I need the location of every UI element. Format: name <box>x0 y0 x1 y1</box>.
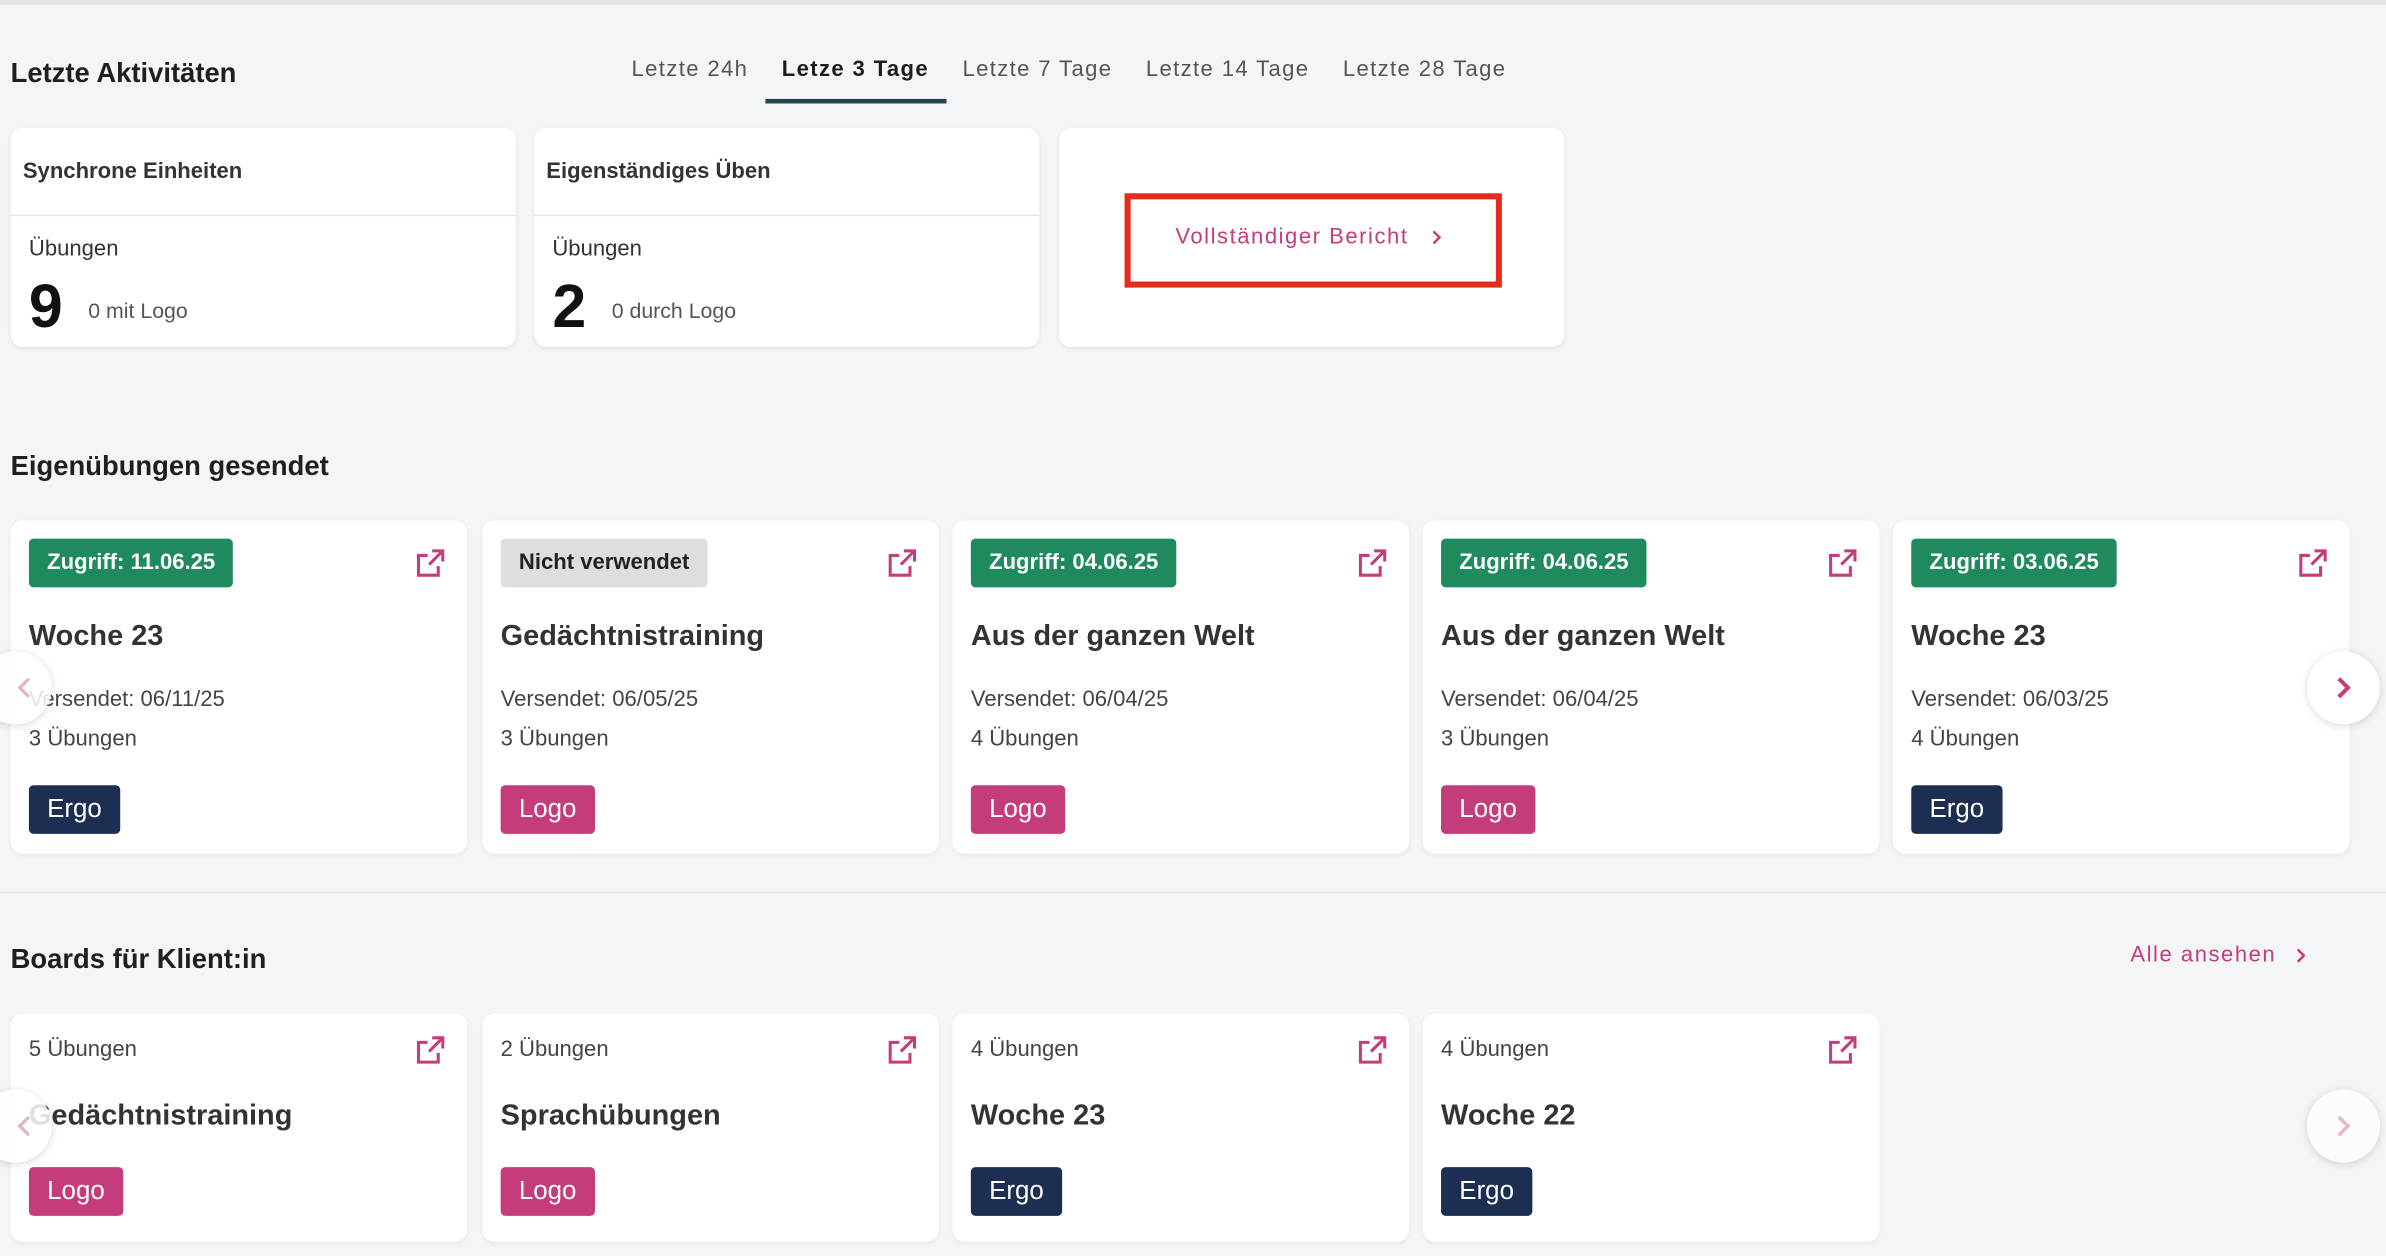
self-practice-note: 0 durch Logo <box>611 298 737 323</box>
exercise-title: Woche 23 <box>1911 620 2046 653</box>
external-link-icon[interactable] <box>1357 1035 1387 1065</box>
time-range-tabs: Letzte 24h Letze 3 Tage Letzte 7 Tage Le… <box>615 52 1523 104</box>
exercise-count: 3 Übungen <box>500 727 609 752</box>
external-link-icon[interactable] <box>1357 548 1387 578</box>
discipline-tag: Logo <box>500 1167 595 1216</box>
top-divider <box>0 0 2386 5</box>
access-badge: Zugriff: 04.06.25 <box>1441 538 1647 588</box>
boards-next-button[interactable] <box>2306 1089 2380 1163</box>
boards-title: Boards für Klient:in <box>10 943 267 974</box>
sync-units-note: 0 mit Logo <box>88 298 188 323</box>
exercise-card[interactable]: Zugriff: 11.06.25 Woche 23 Versendet: 06… <box>10 520 468 854</box>
sent-date: Versendet: 06/04/25 <box>970 687 1169 713</box>
exercise-card[interactable]: Zugriff: 03.06.25 Woche 23 Versendet: 06… <box>1892 520 2350 854</box>
discipline-tag: Logo <box>500 785 595 834</box>
sent-date: Versendet: 06/03/25 <box>1911 687 2109 713</box>
sync-units-subtitle: Übungen <box>28 237 119 262</box>
self-practice-title: Eigenständiges Üben <box>534 128 1040 217</box>
board-card[interactable]: 4 Übungen Woche 22 Ergo <box>1422 1013 1880 1242</box>
carousel-next-button[interactable] <box>2306 651 2380 725</box>
board-exercise-count: 5 Übungen <box>28 1037 137 1063</box>
board-exercise-count: 4 Übungen <box>970 1037 1079 1063</box>
board-title: Gedächtnistraining <box>28 1100 293 1133</box>
external-link-icon[interactable] <box>2298 548 2328 578</box>
exercise-card[interactable]: Zugriff: 04.06.25 Aus der ganzen Welt Ve… <box>952 520 1410 854</box>
sync-units-card: Synchrone Einheiten Übungen 9 0 mit Logo <box>10 127 516 347</box>
sync-units-title: Synchrone Einheiten <box>10 128 516 217</box>
discipline-tag: Ergo <box>28 785 121 834</box>
tab-24h[interactable]: Letzte 24h <box>615 52 765 104</box>
external-link-icon[interactable] <box>887 1035 917 1065</box>
recent-activities-title: Letzte Aktivitäten <box>10 57 237 89</box>
access-badge: Zugriff: 11.06.25 <box>28 538 234 588</box>
sent-date: Versendet: 06/11/25 <box>28 687 225 713</box>
chevron-right-icon <box>2296 948 2306 963</box>
chevron-right-icon <box>1431 230 1441 245</box>
section-divider <box>0 891 2386 894</box>
board-title: Woche 23 <box>970 1100 1106 1133</box>
exercise-title: Gedächtnistraining <box>500 620 765 653</box>
board-card[interactable]: 5 Übungen Gedächtnistraining Logo <box>10 1013 468 1242</box>
view-all-link[interactable]: Alle ansehen <box>2130 943 2309 968</box>
chevron-left-icon <box>17 1115 31 1137</box>
discipline-tag: Logo <box>1441 785 1536 834</box>
external-link-icon[interactable] <box>415 1035 445 1065</box>
access-badge: Zugriff: 04.06.25 <box>970 538 1177 588</box>
discipline-tag: Ergo <box>1441 1167 1533 1216</box>
external-link-icon[interactable] <box>1828 1035 1858 1065</box>
exercise-card[interactable]: Zugriff: 04.06.25 Aus der ganzen Welt Ve… <box>1422 520 1880 854</box>
external-link-icon[interactable] <box>887 548 917 578</box>
exercise-title: Woche 23 <box>28 620 164 653</box>
board-card[interactable]: 4 Übungen Woche 23 Ergo <box>952 1013 1410 1242</box>
external-link-icon[interactable] <box>1828 548 1858 578</box>
exercise-title: Aus der ganzen Welt <box>970 620 1255 653</box>
external-link-icon[interactable] <box>415 548 445 578</box>
board-title: Sprachübungen <box>500 1100 721 1133</box>
board-exercise-count: 4 Übungen <box>1441 1037 1550 1063</box>
self-practice-card: Eigenständiges Üben Übungen 2 0 durch Lo… <box>534 127 1040 347</box>
exercise-count: 4 Übungen <box>1911 727 2020 752</box>
self-practice-subtitle: Übungen <box>552 237 642 262</box>
exercise-count: 4 Übungen <box>970 727 1079 752</box>
board-title: Woche 22 <box>1441 1100 1576 1133</box>
tab-7-days[interactable]: Letzte 7 Tage <box>946 52 1129 104</box>
tab-14-days[interactable]: Letzte 14 Tage <box>1129 52 1326 104</box>
exercise-card[interactable]: Nicht verwendet Gedächtnistraining Verse… <box>482 520 939 854</box>
sent-date: Versendet: 06/05/25 <box>500 687 699 713</box>
sync-units-count: 9 <box>28 273 63 341</box>
discipline-tag: Logo <box>28 1167 123 1216</box>
chevron-right-icon <box>2337 1115 2351 1137</box>
view-all-label: Alle ansehen <box>2130 943 2277 968</box>
discipline-tag: Ergo <box>1911 785 2003 834</box>
full-report-label: Vollständiger Bericht <box>1175 225 1409 250</box>
full-report-link[interactable]: Vollständiger Bericht <box>1131 198 1490 277</box>
sent-date: Versendet: 06/04/25 <box>1441 687 1639 713</box>
unused-badge: Nicht verwendet <box>500 538 708 588</box>
board-exercise-count: 2 Übungen <box>500 1037 609 1063</box>
self-practice-count: 2 <box>552 273 587 341</box>
access-badge: Zugriff: 03.06.25 <box>1911 538 2117 588</box>
exercise-title: Aus der ganzen Welt <box>1441 620 1725 653</box>
board-card[interactable]: 2 Übungen Sprachübungen Logo <box>482 1013 939 1242</box>
chevron-left-icon <box>17 677 31 699</box>
chevron-right-icon <box>2337 677 2351 699</box>
exercise-count: 3 Übungen <box>1441 727 1550 752</box>
sent-exercises-title: Eigenübungen gesendet <box>10 450 329 481</box>
tab-3-days[interactable]: Letze 3 Tage <box>765 52 946 104</box>
discipline-tag: Ergo <box>970 1167 1063 1216</box>
tab-28-days[interactable]: Letzte 28 Tage <box>1326 52 1523 104</box>
exercise-count: 3 Übungen <box>28 727 137 752</box>
discipline-tag: Logo <box>970 785 1065 834</box>
